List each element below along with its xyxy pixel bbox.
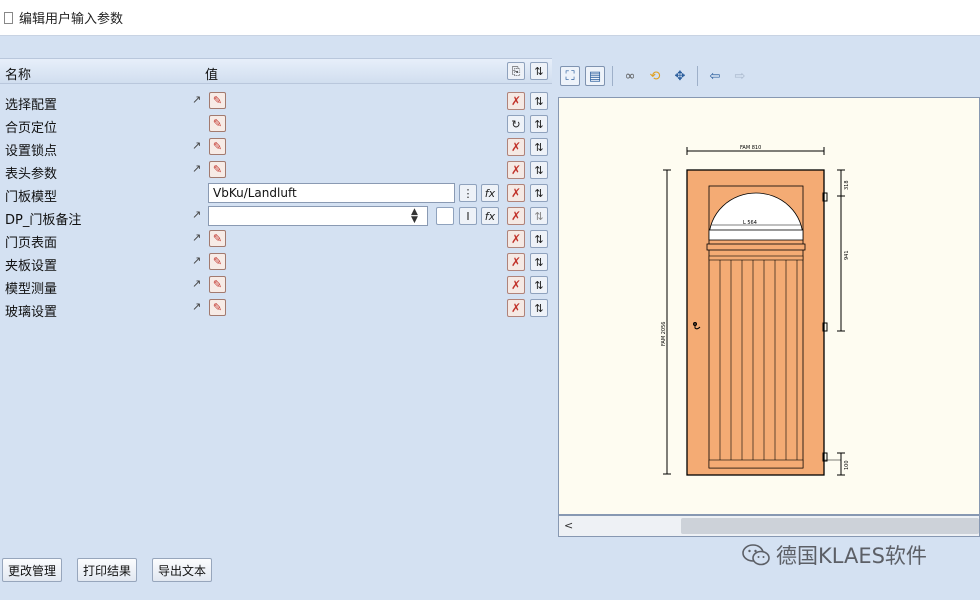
wechat-icon bbox=[742, 544, 770, 566]
watermark-text: 德国KLAES软件 bbox=[776, 544, 927, 568]
save-view-icon[interactable]: ▤ bbox=[585, 66, 605, 86]
grid-row[interactable]: 门页表面 ↗ ✎ ✗ ⇅ bbox=[0, 228, 552, 251]
reset-icon[interactable]: ✗ bbox=[507, 276, 525, 294]
dim-left-label: FAM 2056 bbox=[661, 322, 667, 346]
reset-icon[interactable]: ✗ bbox=[507, 230, 525, 248]
row-label: 表头参数 bbox=[5, 167, 58, 182]
door-model-input[interactable]: VbKu/Landluft bbox=[208, 183, 455, 203]
color-swatch[interactable] bbox=[436, 207, 454, 225]
export-text-button[interactable]: 导出文本 bbox=[152, 558, 213, 582]
reset-icon[interactable]: ✗ bbox=[507, 253, 525, 271]
refresh-icon[interactable]: ⇅ bbox=[530, 207, 548, 225]
edit-icon[interactable]: ✎ bbox=[209, 299, 226, 316]
row-label: 玻璃设置 bbox=[5, 305, 58, 320]
row-label: DP_门板备注 bbox=[5, 213, 82, 228]
formula-icon[interactable]: fx bbox=[481, 207, 499, 225]
dim-right-3-label: 100 bbox=[844, 460, 850, 470]
reset-icon[interactable]: ✗ bbox=[507, 184, 525, 202]
edit-icon[interactable]: ✎ bbox=[209, 230, 226, 247]
toolbar-separator bbox=[697, 66, 698, 86]
refresh-icon[interactable]: ⇅ bbox=[530, 253, 548, 271]
refresh-icon[interactable]: ⇅ bbox=[530, 161, 548, 179]
edit-icon[interactable]: ✎ bbox=[209, 253, 226, 270]
reset-icon[interactable]: ✗ bbox=[507, 161, 525, 179]
pan-icon[interactable]: ✥ bbox=[670, 66, 690, 86]
link-icon[interactable]: ↗ bbox=[192, 231, 201, 244]
dim-right-1-label: 318 bbox=[844, 180, 850, 190]
dim-top-label: FAM 810 bbox=[740, 145, 761, 151]
print-result-button[interactable]: 打印结果 bbox=[77, 558, 138, 582]
link-reset-icon[interactable]: ↻ bbox=[507, 115, 525, 133]
grid-row[interactable]: 合页定位 ✎ ↻ ⇅ bbox=[0, 113, 552, 136]
spin-arrows-icon[interactable]: ▲ ▼ bbox=[411, 208, 418, 225]
grid-row[interactable]: 设置锁点 ↗ ✎ ✗ ⇅ bbox=[0, 136, 552, 159]
dim-right-2-label: 941 bbox=[844, 250, 850, 260]
link-icon[interactable]: ↗ bbox=[192, 208, 201, 221]
reset-icon[interactable]: ✗ bbox=[507, 299, 525, 317]
row-label: 夹板设置 bbox=[5, 259, 58, 274]
row-label: 选择配置 bbox=[5, 98, 58, 113]
title-bar: 编辑用户输入参数 bbox=[0, 0, 980, 36]
link-icon[interactable]: ↗ bbox=[192, 277, 201, 290]
grid-row[interactable]: 门板模型 VbKu/Landluft ⋮ fx ✗ ⇅ bbox=[0, 182, 552, 205]
refresh-icon[interactable]: ⇅ bbox=[530, 276, 548, 294]
row-label: 门页表面 bbox=[5, 236, 58, 251]
refresh-icon[interactable]: ⇅ bbox=[530, 299, 548, 317]
row-label: 设置锁点 bbox=[5, 144, 58, 159]
grid-row[interactable]: DP_门板备注 ↗ ▲ ▼ I fx ✗ ⇅ bbox=[0, 205, 552, 228]
header-refresh-icon[interactable]: ⇅ bbox=[530, 62, 548, 80]
lookup-icon[interactable]: ⋮ bbox=[459, 184, 477, 202]
zoom-fit-icon[interactable]: ⛶ bbox=[560, 66, 580, 86]
edit-icon[interactable]: ✎ bbox=[209, 115, 226, 132]
formula-icon[interactable]: fx bbox=[481, 184, 499, 202]
window-title: 编辑用户输入参数 bbox=[19, 12, 124, 27]
row-label: 合页定位 bbox=[5, 121, 58, 136]
refresh-icon[interactable]: ⇅ bbox=[530, 115, 548, 133]
refresh-icon[interactable]: ⇅ bbox=[530, 92, 548, 110]
parameter-grid-header: 名称 值 ⎘ ⇅ bbox=[0, 58, 552, 84]
grid-row[interactable]: 夹板设置 ↗ ✎ ✗ ⇅ bbox=[0, 251, 552, 274]
door-note-input[interactable] bbox=[208, 206, 428, 226]
grid-row[interactable]: 选择配置 ↗ ✎ ✗ ⇅ bbox=[0, 90, 552, 113]
row-label: 门板模型 bbox=[5, 190, 58, 205]
preview-toolbar: ⛶ ▤ ∞ ⟲ ✥ ⇦ ⇨ bbox=[557, 60, 980, 92]
forward-arrow-icon[interactable]: ⇨ bbox=[730, 66, 750, 86]
change-management-button[interactable]: 更改管理 bbox=[2, 558, 63, 582]
back-arrow-icon[interactable]: ⇦ bbox=[705, 66, 725, 86]
row-label: 模型测量 bbox=[5, 282, 58, 297]
reset-icon[interactable]: ✗ bbox=[507, 138, 525, 156]
scroll-left-icon[interactable]: < bbox=[564, 519, 573, 532]
door-preview-canvas[interactable]: FAM 810 FAM 2056 L 564 318 941 100 bbox=[558, 97, 980, 515]
watermark: 德国KLAES软件 bbox=[742, 540, 972, 570]
zoom-glasses-icon[interactable]: ∞ bbox=[620, 66, 640, 86]
link-icon[interactable]: ↗ bbox=[192, 93, 201, 106]
refresh-icon[interactable]: ⇅ bbox=[530, 184, 548, 202]
window-icon bbox=[4, 11, 13, 24]
edit-icon[interactable]: ✎ bbox=[209, 276, 226, 293]
header-action-icon[interactable]: ⎘ bbox=[507, 62, 525, 80]
door-drawing: FAM 810 FAM 2056 L 564 318 941 100 bbox=[661, 145, 850, 476]
toolbar-separator bbox=[612, 66, 613, 86]
link-icon[interactable]: ↗ bbox=[192, 254, 201, 267]
edit-icon[interactable]: ✎ bbox=[209, 138, 226, 155]
link-icon[interactable]: ↗ bbox=[192, 300, 201, 313]
grid-row[interactable]: 模型测量 ↗ ✎ ✗ ⇅ bbox=[0, 274, 552, 297]
edit-icon[interactable]: ✎ bbox=[209, 161, 226, 178]
preview-horizontal-scrollbar[interactable]: < bbox=[558, 515, 980, 537]
grid-row[interactable]: 表头参数 ↗ ✎ ✗ ⇅ bbox=[0, 159, 552, 182]
reset-icon[interactable]: ✗ bbox=[507, 92, 525, 110]
link-icon[interactable]: ↗ bbox=[192, 139, 201, 152]
scroll-thumb[interactable] bbox=[681, 518, 979, 534]
column-header-value[interactable]: 值 bbox=[205, 64, 218, 83]
refresh-icon[interactable]: ⇅ bbox=[530, 230, 548, 248]
column-header-name[interactable]: 名称 bbox=[5, 64, 31, 83]
grid-row[interactable]: 玻璃设置 ↗ ✎ ✗ ⇅ bbox=[0, 297, 552, 320]
reset-icon[interactable]: ✗ bbox=[507, 207, 525, 225]
edit-icon[interactable]: ✎ bbox=[209, 92, 226, 109]
rotate-icon[interactable]: ⟲ bbox=[645, 66, 665, 86]
refresh-icon[interactable]: ⇅ bbox=[530, 138, 548, 156]
link-icon[interactable]: ↗ bbox=[192, 162, 201, 175]
text-cursor-icon[interactable]: I bbox=[459, 207, 477, 225]
